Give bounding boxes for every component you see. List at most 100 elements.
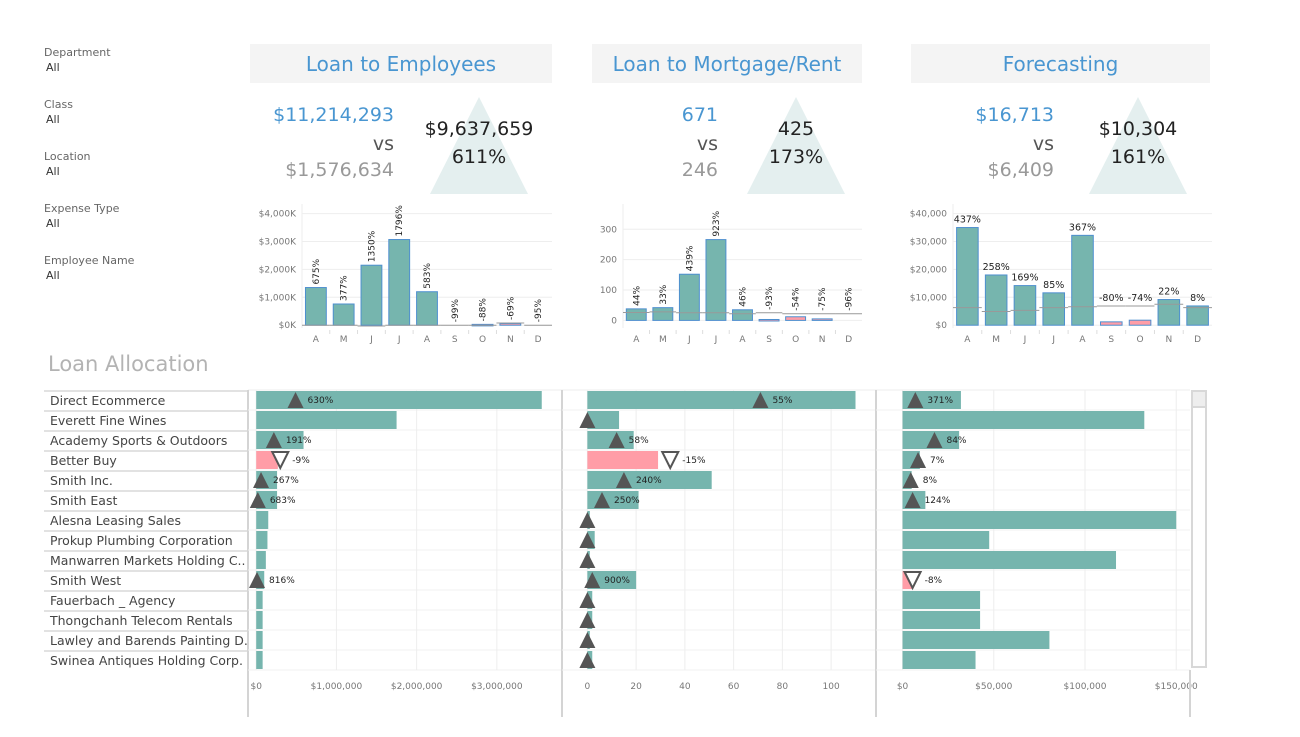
row-label[interactable]: Manwarren Markets Holding C.. xyxy=(44,550,248,570)
x-tick-label: D xyxy=(1194,335,1201,345)
x-tick-label: A xyxy=(633,335,640,345)
data-label: -88% xyxy=(479,298,489,322)
row-label[interactable]: Better Buy xyxy=(44,450,248,470)
bar xyxy=(256,531,268,549)
row-label[interactable]: Smith East xyxy=(44,490,248,510)
filter-value[interactable]: All xyxy=(46,217,119,230)
row-label[interactable]: Smith West xyxy=(44,570,248,590)
bar xyxy=(1128,319,1152,326)
x-tick-label: $2,000,000 xyxy=(391,682,443,692)
row-label[interactable]: Swinea Antiques Holding Corp. xyxy=(44,650,248,670)
row-label[interactable]: Smith Inc. xyxy=(44,470,248,490)
y-tick-label: $30,000 xyxy=(910,237,947,247)
x-tick-label: S xyxy=(452,335,458,345)
data-label: 1350% xyxy=(367,230,377,262)
row-label[interactable]: Direct Ecommerce xyxy=(44,390,248,410)
x-tick-label: D xyxy=(845,335,852,345)
filter-expense-type[interactable]: Expense Type All xyxy=(44,202,119,230)
x-tick-label: 80 xyxy=(777,682,789,692)
row-label[interactable]: Alesna Leasing Sales xyxy=(44,510,248,530)
kpi-previous-value: $1,576,634 xyxy=(285,159,394,181)
y-tick-label: $4,000K xyxy=(259,210,297,220)
x-tick-label: $50,000 xyxy=(975,682,1012,692)
vertical-scrollbar[interactable] xyxy=(1191,390,1207,668)
bar xyxy=(1099,321,1123,326)
x-tick-label: $100,000 xyxy=(1064,682,1107,692)
x-tick-label: J xyxy=(1023,335,1027,345)
percent-label: 8% xyxy=(923,476,938,486)
bar xyxy=(902,611,981,629)
loan-allocation-chart: $0 $1,000,000 $2,000,000 $3,000,000 630% 191%… xyxy=(247,389,1198,717)
bar xyxy=(1186,305,1209,326)
filter-class[interactable]: Class All xyxy=(44,98,73,126)
row-label[interactable]: Everett Fine Wines xyxy=(44,410,248,430)
bar xyxy=(956,227,979,326)
row-label[interactable]: Lawley and Barends Painting D.. xyxy=(44,630,248,650)
percent-label: 84% xyxy=(946,436,966,446)
bar xyxy=(256,631,263,649)
percent-label: 816% xyxy=(269,576,295,586)
x-tick-label: A xyxy=(424,335,431,345)
y-tick-label: $20,000 xyxy=(910,265,947,275)
data-label: 437% xyxy=(954,215,981,226)
bar xyxy=(902,591,981,609)
kpi-current-value: 671 xyxy=(681,104,718,126)
up-triangle-icon xyxy=(579,552,596,568)
row-label[interactable]: Prokup Plumbing Corporation xyxy=(44,530,248,550)
bar xyxy=(256,411,397,429)
bar xyxy=(1013,285,1037,326)
kpi-title-loan-to-mortgage-rent: Loan to Mortgage/Rent xyxy=(592,44,862,83)
filter-value[interactable]: All xyxy=(46,113,73,126)
percent-label: 7% xyxy=(930,456,945,466)
x-tick-label: 100 xyxy=(823,682,840,692)
data-label: -93% xyxy=(765,286,775,310)
filter-label: Class xyxy=(44,98,73,111)
x-tick-label: S xyxy=(1108,335,1114,345)
percent-label: -9% xyxy=(292,456,310,466)
filter-label: Location xyxy=(44,150,91,163)
y-tick-label: $0 xyxy=(936,321,948,331)
filter-value[interactable]: All xyxy=(46,165,91,178)
up-triangle-icon xyxy=(579,632,596,648)
percent-label: 630% xyxy=(308,396,334,406)
bar xyxy=(902,531,990,549)
row-label[interactable]: Thongchanh Telecom Rentals xyxy=(44,610,248,630)
x-tick-label: J xyxy=(397,335,401,345)
filter-label: Department xyxy=(44,46,111,59)
filter-location[interactable]: Location All xyxy=(44,150,91,178)
bar xyxy=(902,551,1117,569)
y-tick-label: 300 xyxy=(600,225,617,235)
filter-value[interactable]: All xyxy=(46,269,134,282)
bar xyxy=(1042,292,1066,326)
y-tick-label: $3,000K xyxy=(259,237,297,247)
kpi-current-value: $16,713 xyxy=(975,104,1054,126)
bar xyxy=(902,651,976,669)
filter-value[interactable]: All xyxy=(46,61,111,74)
data-label: 377% xyxy=(340,275,350,301)
row-label[interactable]: Academy Sports & Outdoors xyxy=(44,430,248,450)
kpi-vs-label: vs xyxy=(372,133,394,155)
x-tick-label: S xyxy=(766,335,772,345)
data-label: 33% xyxy=(659,284,669,304)
data-label: 675% xyxy=(312,258,322,284)
row-label[interactable]: Fauerbach _ Agency xyxy=(44,590,248,610)
percent-label: 683% xyxy=(270,496,296,506)
scrollbar-thumb[interactable] xyxy=(1193,392,1205,408)
bar xyxy=(758,318,780,322)
data-label: -69% xyxy=(506,296,516,320)
filter-department[interactable]: Department All xyxy=(44,46,111,74)
up-triangle-icon xyxy=(579,512,596,528)
bar xyxy=(499,323,522,326)
filter-employee-name[interactable]: Employee Name All xyxy=(44,254,134,282)
data-label: 923% xyxy=(712,210,722,236)
data-label: 22% xyxy=(1158,287,1179,298)
percent-label: 371% xyxy=(927,396,953,406)
data-label: 258% xyxy=(983,262,1010,273)
x-tick-label: $150,000 xyxy=(1155,682,1198,692)
x-tick-label: $3,000,000 xyxy=(471,682,523,692)
data-label: 367% xyxy=(1069,222,1096,233)
x-tick-label: N xyxy=(1165,335,1172,345)
y-tick-label: $40,000 xyxy=(910,210,947,220)
x-tick-label: D xyxy=(535,335,542,345)
data-label: -54% xyxy=(792,287,802,311)
